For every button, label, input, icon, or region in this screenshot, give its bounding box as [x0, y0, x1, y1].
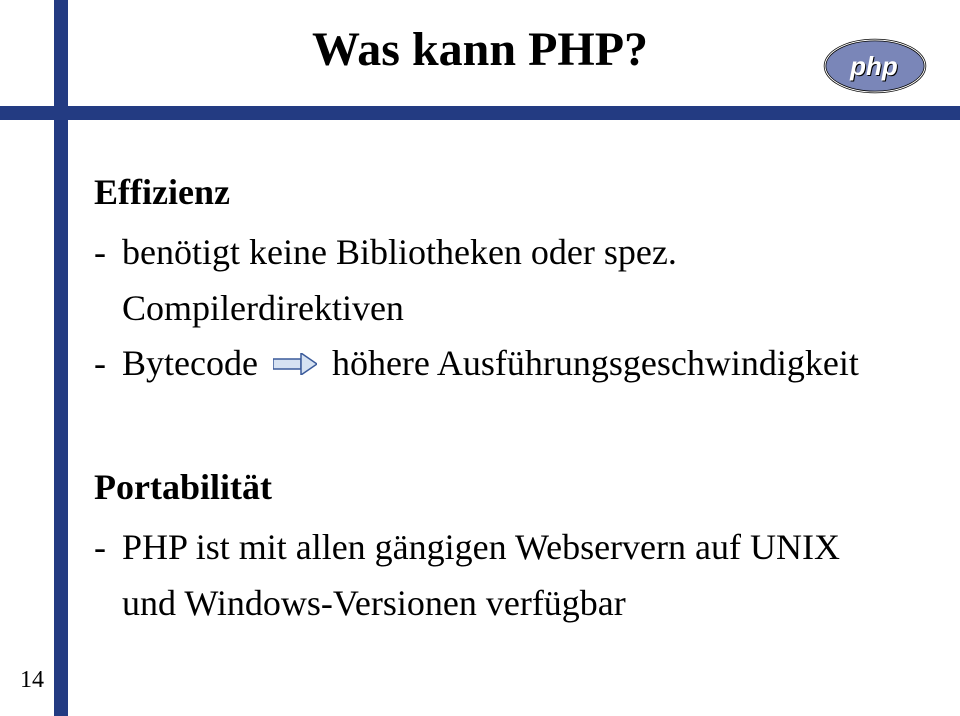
list-item: - PHP ist mit allen gängigen Webservern … [94, 520, 894, 576]
page-number: 14 [20, 667, 44, 694]
bullet-dash: - [94, 225, 122, 281]
heading-portability: Portabilität [94, 460, 894, 516]
horizontal-divider [0, 106, 960, 120]
bytecode-label: Bytecode [122, 344, 258, 384]
svg-text:php: php [849, 51, 898, 81]
arrow-right-icon [273, 336, 317, 392]
section-portability: Portabilität - PHP ist mit allen gängige… [94, 460, 894, 631]
bullet-text: benötigt keine Bibliotheken oder spez. [122, 225, 894, 281]
heading-efficiency: Effizienz [94, 165, 894, 221]
slide: Was kann PHP? php php Effizienz - benöti… [0, 0, 960, 716]
content-area: Effizienz - benötigt keine Bibliotheken … [94, 165, 894, 632]
php-logo: php php [820, 36, 930, 101]
bullet-text: PHP ist mit allen gängigen Webservern au… [122, 520, 894, 576]
slide-title: Was kann PHP? [0, 22, 960, 77]
section-efficiency: Effizienz - benötigt keine Bibliotheken … [94, 165, 894, 398]
bullet-dash: - [94, 520, 122, 576]
speed-label: höhere Ausführungsgeschwindigkeit [332, 344, 859, 384]
bullet-dash: - [94, 336, 122, 392]
bullet-continuation: Compilerdirektiven [94, 281, 894, 337]
bullet-text: Bytecode höhere Ausführungsgeschwindigke… [122, 336, 894, 398]
bullet-continuation: und Windows-Versionen verfügbar [94, 576, 894, 632]
list-item: - Bytecode höhere Ausführungsgeschwindig… [94, 336, 894, 398]
list-item: - benötigt keine Bibliotheken oder spez. [94, 225, 894, 281]
